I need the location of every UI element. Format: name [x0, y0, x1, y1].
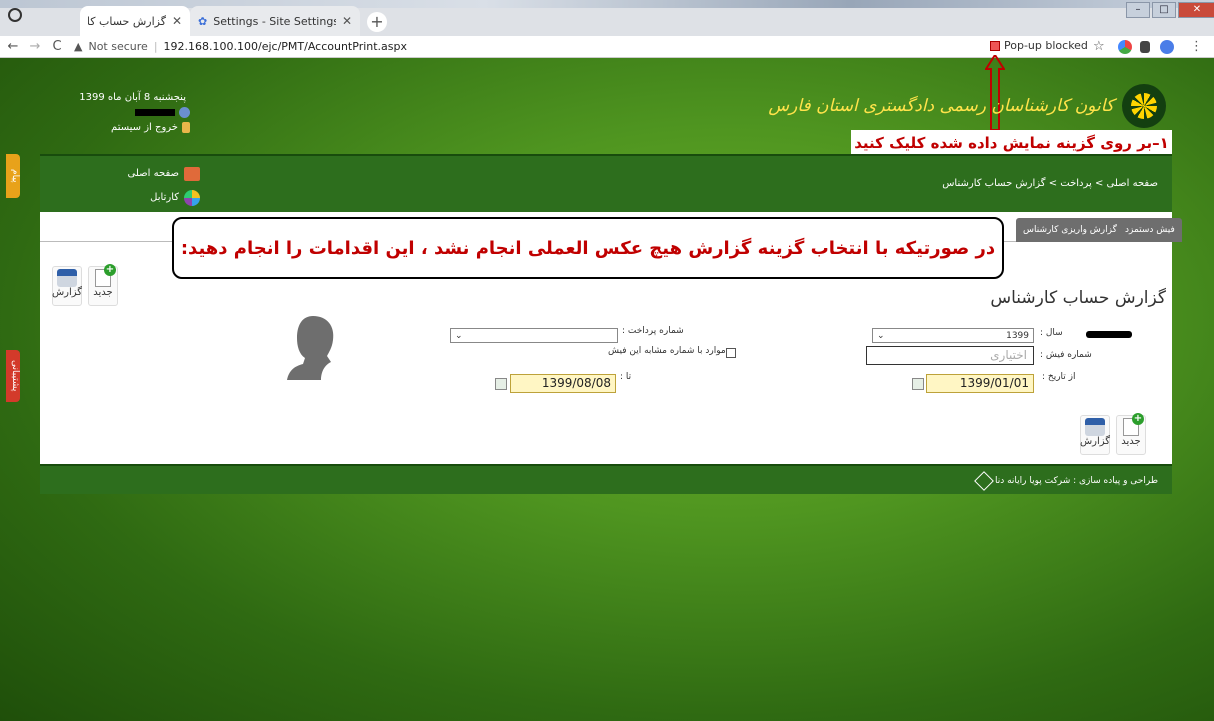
- nav-band: صفحه اصلی کارتابل صفحه اصلی > پرداخت > گ…: [40, 154, 1172, 212]
- receipt-label: شماره فیش :: [1040, 350, 1092, 360]
- home-label: صفحه اصلی: [127, 168, 179, 179]
- logo-text: کانون کارشناسان رسمی دادگستری استان فارس: [768, 96, 1114, 116]
- user-panel: پنجشنبه 8 آبان ماه 1399 خروج از سیستم: [79, 88, 190, 137]
- report-button[interactable]: گزارش: [52, 266, 82, 306]
- home-icon: [184, 167, 200, 181]
- gear-icon: ✿: [198, 14, 208, 28]
- profile-avatar[interactable]: [1160, 40, 1174, 54]
- browser-tabbar: گزارش حساب کارشناس ✕ ✿ Settings - Site S…: [0, 0, 1214, 36]
- from-date-input[interactable]: 1399/01/01: [926, 374, 1034, 393]
- popup-blocked-indicator[interactable]: Pop-up blocked: [990, 39, 1088, 52]
- forward-button[interactable]: →: [26, 39, 44, 54]
- to-date-label: تا :: [620, 372, 632, 382]
- tab-expert-deposit-report[interactable]: گزارش واریزی کارشناس: [1016, 218, 1124, 242]
- extension-icon[interactable]: [1118, 40, 1132, 54]
- window-controls: – □ ✕: [1126, 2, 1214, 18]
- page: پنجشنبه 8 آبان ماه 1399 خروج از سیستم کا…: [0, 55, 1214, 721]
- new-button[interactable]: + جدید: [88, 264, 118, 306]
- minimize-button[interactable]: –: [1126, 2, 1150, 18]
- site-logo[interactable]: کانون کارشناسان رسمی دادگستری استان فارس: [768, 84, 1166, 128]
- chevron-down-icon: ⌄: [877, 330, 885, 341]
- report-button[interactable]: گزارش: [1080, 415, 1110, 455]
- new-label: جدید: [1121, 436, 1141, 447]
- user-icon: [179, 107, 190, 118]
- payment-number-label: شماره پرداخت :: [622, 326, 684, 336]
- cartable-icon: [184, 190, 200, 206]
- browser-menu-icon[interactable]: ⋮: [1190, 39, 1203, 54]
- url-text: 192.168.100.100/ejc/PMT/AccountPrint.asp…: [163, 40, 408, 53]
- back-button[interactable]: ←: [4, 39, 22, 54]
- reload-button[interactable]: C: [48, 39, 66, 54]
- similar-receipts-checkbox[interactable]: [726, 348, 736, 358]
- footer: طراحی و پیاده سازی : شرکت پویا رایانه دن…: [40, 464, 1172, 494]
- bookmark-star-icon[interactable]: ☆: [1093, 39, 1105, 54]
- logout-label: خروج از سیستم: [111, 122, 178, 133]
- new-button[interactable]: + جدید: [1116, 413, 1146, 455]
- tab-title: Settings - Site Settings: [213, 14, 336, 28]
- report-label: گزارش: [1079, 436, 1111, 447]
- new-doc-icon: +: [95, 264, 116, 287]
- instruction-callout-2: در صورتیکه با انتخاب گزینه گزارش هیچ عکس…: [172, 217, 1004, 279]
- to-date-input[interactable]: 1399/08/08: [510, 374, 616, 393]
- popup-blocked-icon: [990, 40, 1000, 51]
- calendar-icon[interactable]: [495, 378, 507, 390]
- instruction-callout-1: ۱–بر روی گزینه نمایش داده شده کلیک کنید: [851, 130, 1172, 155]
- user-row: [90, 107, 190, 118]
- footer-credit: طراحی و پیاده سازی : شرکت پویا رایانه دن…: [974, 471, 1158, 491]
- breadcrumb: صفحه اصلی > پرداخت > گزارش حساب کارشناس: [942, 178, 1158, 189]
- home-link[interactable]: صفحه اصلی: [120, 162, 200, 186]
- quick-links: صفحه اصلی کارتابل: [120, 162, 200, 210]
- divider: |: [153, 40, 158, 53]
- puzzle-icon[interactable]: [1140, 41, 1150, 53]
- redacted-username: [135, 109, 175, 116]
- logout-icon: [182, 122, 190, 133]
- footer-text: طراحی و پیاده سازی : شرکت پویا رایانه دن…: [994, 476, 1158, 486]
- similar-receipts-label: موارد با شماره مشابه این فیش: [608, 346, 726, 356]
- close-window-button[interactable]: ✕: [1178, 2, 1214, 18]
- tab-wage-slip[interactable]: فیش دستمزد: [1118, 218, 1182, 242]
- side-tab-support[interactable]: پشتیبانی: [6, 350, 20, 402]
- company-logo-icon: [974, 471, 994, 491]
- print-icon: [57, 269, 77, 287]
- url-field[interactable]: ▲ Not secure | 192.168.100.100/ejc/PMT/A…: [74, 40, 407, 53]
- cartable-link[interactable]: کارتابل: [120, 186, 200, 210]
- calendar-icon[interactable]: [912, 378, 924, 390]
- logout-link[interactable]: خروج از سیستم: [90, 118, 190, 137]
- emblem-icon: [1122, 84, 1166, 128]
- security-status: Not secure: [88, 40, 148, 53]
- tab-title: گزارش حساب کارشناس: [88, 14, 166, 28]
- report-label: گزارش: [51, 287, 83, 298]
- current-date: پنجشنبه 8 آبان ماه 1399: [79, 92, 186, 103]
- tab-site-settings[interactable]: ✿ Settings - Site Settings ✕: [190, 6, 360, 36]
- popup-blocked-label: Pop-up blocked: [1004, 39, 1088, 52]
- tab-account-report[interactable]: گزارش حساب کارشناس ✕: [80, 6, 190, 36]
- person-silhouette-icon: [287, 316, 334, 380]
- payment-number-select[interactable]: ⌄: [450, 328, 618, 343]
- warning-icon: ▲: [74, 40, 83, 53]
- new-label: جدید: [93, 287, 113, 298]
- side-tab-message[interactable]: پیام: [6, 154, 20, 198]
- maximize-button[interactable]: □: [1152, 2, 1176, 18]
- date-row: پنجشنبه 8 آبان ماه 1399: [79, 88, 190, 107]
- year-label: سال :: [1040, 328, 1063, 338]
- new-doc-icon: +: [1123, 413, 1144, 436]
- receipt-number-input[interactable]: اختیاری: [866, 346, 1034, 365]
- redacted-name: [1086, 331, 1132, 338]
- browser-app-icon[interactable]: [8, 8, 22, 22]
- cartable-label: کارتابل: [150, 192, 179, 203]
- tab-close-icon[interactable]: ✕: [172, 14, 182, 28]
- address-bar: ← → C ▲ Not secure | 192.168.100.100/ejc…: [0, 36, 1214, 58]
- chevron-down-icon: ⌄: [455, 330, 463, 341]
- year-value: 1399: [1006, 330, 1029, 341]
- page-title: گزارش حساب کارشناس: [990, 288, 1166, 308]
- year-select[interactable]: ⌄ 1399: [872, 328, 1034, 343]
- main-panel: گزارش واریزی کارشناس فیش دستمزد در صورتی…: [40, 212, 1182, 464]
- tab-close-icon[interactable]: ✕: [342, 14, 352, 28]
- from-date-label: از تاریخ :: [1042, 372, 1076, 382]
- print-icon: [1085, 418, 1105, 436]
- new-tab-button[interactable]: +: [367, 12, 387, 32]
